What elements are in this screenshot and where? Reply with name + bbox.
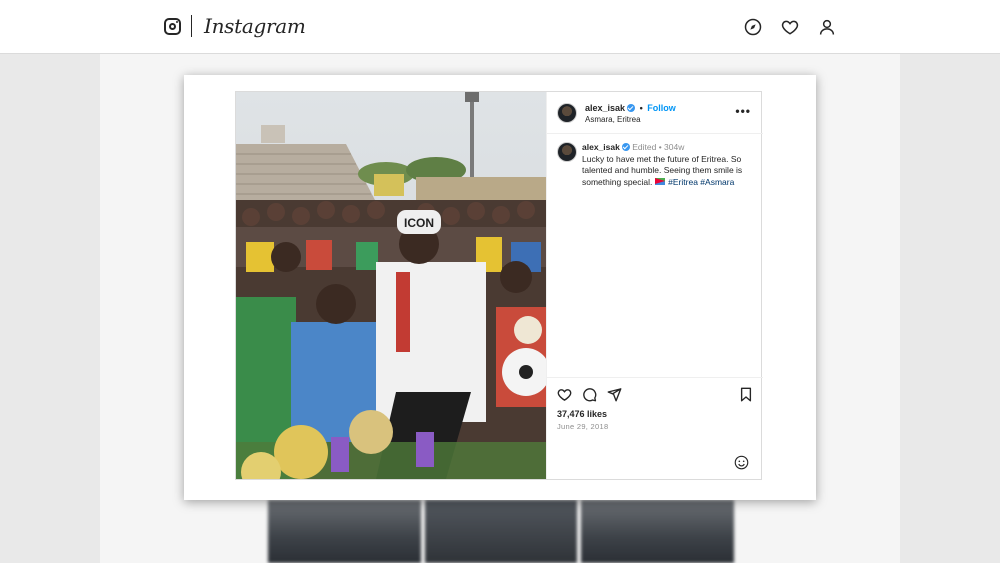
- smiley-icon[interactable]: [734, 455, 749, 470]
- instagram-post-embed: ICON alex_isak • Follow Asmara, Eritrea: [235, 91, 763, 480]
- comment-icon[interactable]: [582, 387, 597, 402]
- post-caption: alex_isak Edited • 304w Lucky to have me…: [582, 142, 754, 188]
- svg-text:ICON: ICON: [404, 216, 434, 230]
- share-icon[interactable]: [607, 387, 622, 402]
- profile-icon[interactable]: [818, 18, 836, 36]
- hashtag-link[interactable]: #Asmara: [700, 177, 734, 187]
- verified-badge-icon: [621, 143, 630, 151]
- heart-icon[interactable]: [781, 18, 799, 36]
- post-location[interactable]: Asmara, Eritrea: [585, 115, 641, 124]
- post-actions: 37,476 likes June 29, 2018: [547, 377, 763, 479]
- caption-username[interactable]: alex_isak: [582, 142, 620, 152]
- edited-label: Edited: [632, 142, 657, 152]
- post-photo-illustration: ICON: [236, 92, 546, 479]
- post-date[interactable]: June 29, 2018: [557, 422, 608, 431]
- grid-thumbnail: [268, 500, 421, 563]
- instagram-wordmark: Instagram: [204, 14, 306, 38]
- grid-thumbnail: [581, 500, 734, 563]
- like-count[interactable]: 37,476 likes: [557, 409, 607, 419]
- grid-thumbnail: [424, 500, 578, 563]
- like-heart-icon[interactable]: [557, 387, 572, 402]
- author-username[interactable]: alex_isak: [585, 103, 625, 113]
- background-post-grid: [268, 500, 734, 563]
- separator-dot: •: [658, 142, 662, 152]
- separator-dot: •: [639, 103, 643, 113]
- instagram-logo[interactable]: Instagram: [164, 14, 306, 38]
- bookmark-icon[interactable]: [739, 387, 753, 402]
- logo-divider: [191, 15, 192, 37]
- author-avatar[interactable]: [557, 103, 577, 123]
- follow-button[interactable]: Follow: [647, 103, 676, 113]
- top-nav-bar: Instagram: [0, 0, 1000, 54]
- nav-icons: [744, 18, 836, 36]
- more-options-icon[interactable]: •••: [735, 104, 751, 118]
- author-line: alex_isak • Follow: [585, 103, 676, 113]
- post-age: 304w: [664, 142, 685, 152]
- verified-badge-icon: [627, 104, 636, 112]
- caption-avatar[interactable]: [557, 142, 577, 162]
- post-header: alex_isak • Follow Asmara, Eritrea •••: [547, 92, 763, 134]
- action-icons: [557, 387, 622, 402]
- post-side-panel: alex_isak • Follow Asmara, Eritrea ••• a…: [546, 92, 763, 479]
- compass-icon[interactable]: [744, 18, 762, 36]
- eritrea-flag-icon: [654, 178, 665, 185]
- instagram-glyph-icon: [164, 17, 181, 35]
- hashtag-link[interactable]: #Eritrea: [668, 177, 698, 187]
- post-photo[interactable]: ICON: [236, 92, 546, 479]
